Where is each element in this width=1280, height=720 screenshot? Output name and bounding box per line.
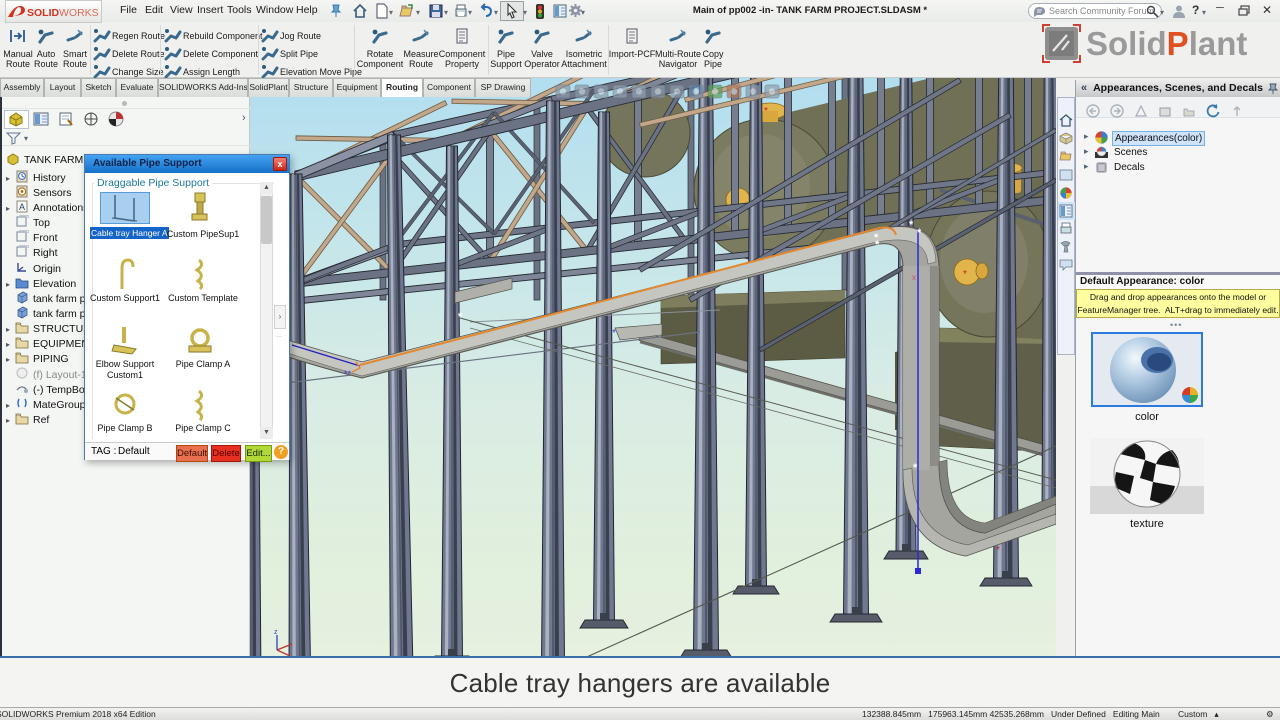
svg-text:*: *: [458, 311, 463, 323]
svg-text:*: *: [996, 545, 1000, 556]
svg-text:*: *: [764, 106, 768, 117]
svg-text:**: **: [344, 369, 352, 379]
svg-text:*: *: [963, 269, 967, 280]
svg-text:WORKS: WORKS: [59, 7, 99, 19]
svg-text:SolidPlant: SolidPlant: [1086, 25, 1247, 62]
svg-text:z: z: [274, 629, 278, 636]
svg-text:*: *: [875, 239, 880, 251]
svg-text:*: *: [913, 462, 918, 474]
svg-text:SOLID: SOLID: [27, 7, 60, 19]
svg-text:A: A: [19, 202, 25, 212]
svg-text:*: *: [909, 219, 914, 231]
svg-text:*: *: [612, 328, 616, 339]
svg-text:x: x: [912, 273, 916, 282]
svg-text:*: *: [917, 227, 922, 239]
